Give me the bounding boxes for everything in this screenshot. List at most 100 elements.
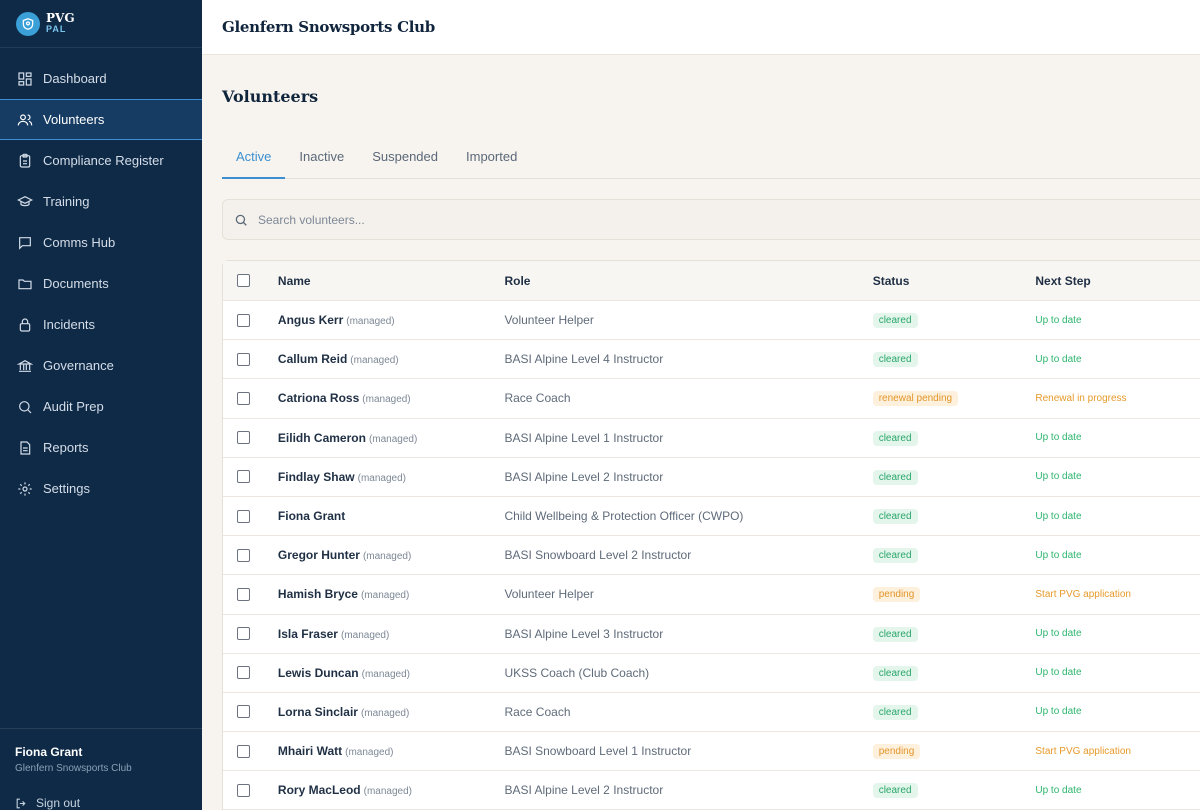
table-row[interactable]: Fiona Grant Child Wellbeing & Protection… [223, 497, 1200, 537]
row-checkbox[interactable] [237, 587, 250, 601]
next-step[interactable]: Renewal in progress [1035, 393, 1126, 404]
select-all-checkbox[interactable] [237, 274, 250, 287]
dashboard-icon [18, 71, 32, 86]
row-checkbox[interactable] [237, 705, 250, 719]
volunteer-name[interactable]: Gregor Hunter [278, 548, 360, 562]
chat-icon [19, 236, 31, 250]
volunteer-role: Child Wellbeing & Protection Officer (CW… [504, 509, 744, 524]
row-checkbox[interactable] [237, 548, 250, 562]
status-tabs: Active Inactive Suspended Imported [222, 137, 1200, 179]
building-icon [17, 359, 33, 372]
table-row[interactable]: Isla Fraser (managed) BASI Alpine Level 3… [223, 615, 1200, 654]
status-badge: cleared [872, 352, 918, 368]
graduation-cap-icon [17, 195, 33, 206]
row-checkbox[interactable] [237, 352, 250, 366]
column-header-status[interactable]: Status [873, 274, 1036, 288]
column-header-next-step[interactable]: Next Step [1035, 274, 1200, 288]
user-org: Glenfern Snowsports Club [15, 763, 132, 774]
sidebar-item-training[interactable]: Training [0, 181, 202, 222]
volunteer-name[interactable]: Catriona Ross [278, 391, 359, 405]
sidebar-item-settings[interactable]: Settings [0, 468, 202, 509]
page-title: Volunteers [222, 87, 319, 106]
next-step[interactable]: Up to date [1035, 354, 1081, 365]
sidebar-item-dashboard[interactable]: Dashboard [0, 58, 202, 99]
next-step[interactable]: Up to date [1035, 667, 1081, 678]
sidebar-item-comms-hub[interactable]: Comms Hub [0, 222, 202, 263]
sidebar-item-label: Compliance Register [43, 153, 164, 168]
sidebar-item-incidents[interactable]: Incidents [0, 304, 202, 345]
managed-tag: (managed) [368, 433, 418, 445]
managed-tag: (managed) [362, 551, 412, 563]
search-input[interactable] [258, 212, 858, 227]
row-checkbox[interactable] [237, 391, 250, 405]
sidebar-item-reports[interactable]: Reports [0, 427, 202, 468]
next-step[interactable]: Up to date [1035, 471, 1081, 482]
volunteer-role: BASI Snowboard Level 2 Instructor [504, 548, 692, 563]
volunteer-name[interactable]: Findlay Shaw [278, 470, 355, 484]
row-checkbox[interactable] [237, 470, 250, 484]
row-checkbox[interactable] [237, 313, 250, 327]
sidebar-item-volunteers[interactable]: Volunteers [0, 99, 202, 140]
column-header-role[interactable]: Role [504, 274, 872, 288]
table-row[interactable]: Hamish Bryce (managed) Volunteer Helper p… [223, 575, 1200, 615]
row-checkbox[interactable] [237, 627, 250, 641]
sidebar-item-audit-prep[interactable]: Audit Prep [0, 386, 202, 427]
sidebar-item-documents[interactable]: Documents [0, 263, 202, 304]
next-step[interactable]: Start PVG application [1035, 746, 1131, 757]
table-row[interactable]: Rory MacLeod (managed) BASI Alpine Level … [223, 771, 1200, 810]
volunteer-name[interactable]: Eilidh Cameron [278, 431, 366, 445]
volunteer-name[interactable]: Mhairi Watt [278, 744, 342, 758]
status-badge: cleared [872, 469, 918, 485]
row-checkbox[interactable] [237, 509, 250, 523]
table-row[interactable]: Catriona Ross (managed) Race Coach renewa… [223, 379, 1200, 419]
sidebar-item-compliance-register[interactable]: Compliance Register [0, 140, 202, 181]
table-row[interactable]: Lewis Duncan (managed) UKSS Coach (Club C… [223, 654, 1200, 693]
table-row[interactable]: Eilidh Cameron (managed) BASI Alpine Leve… [223, 419, 1200, 458]
next-step[interactable]: Up to date [1035, 511, 1081, 522]
managed-tag: (managed) [363, 786, 412, 798]
volunteer-name[interactable]: Rory MacLeod [278, 783, 361, 797]
row-checkbox[interactable] [237, 431, 250, 445]
column-header-name[interactable]: Name [278, 274, 505, 288]
tab-imported[interactable]: Imported [452, 137, 531, 179]
volunteer-name[interactable]: Isla Fraser [278, 627, 338, 641]
volunteer-name[interactable]: Angus Kerr [278, 313, 343, 327]
table-row[interactable]: Callum Reid (managed) BASI Alpine Level 4… [223, 340, 1200, 380]
volunteer-name[interactable]: Hamish Bryce [278, 587, 358, 601]
next-step[interactable]: Up to date [1035, 628, 1081, 639]
sidebar-item-label: Settings [43, 481, 90, 496]
volunteer-name[interactable]: Lorna Sinclair [278, 705, 358, 719]
table-row[interactable]: Lorna Sinclair (managed) Race Coach clear… [223, 693, 1200, 733]
volunteer-name[interactable]: Fiona Grant [278, 509, 345, 523]
next-step[interactable]: Up to date [1035, 706, 1081, 717]
sidebar-item-label: Reports [43, 440, 89, 455]
row-checkbox[interactable] [237, 666, 250, 680]
table-row[interactable]: Mhairi Watt (managed) BASI Snowboard Leve… [223, 732, 1200, 772]
tab-inactive[interactable]: Inactive [285, 137, 358, 179]
sign-out-button[interactable]: Sign out [15, 796, 202, 810]
table-row[interactable]: Gregor Hunter (managed) BASI Snowboard Le… [223, 536, 1200, 576]
next-step[interactable]: Up to date [1035, 315, 1081, 326]
search-icon [235, 214, 247, 226]
sign-out-label: Sign out [36, 796, 81, 810]
tab-suspended[interactable]: Suspended [358, 137, 452, 179]
managed-tag: (managed) [360, 707, 410, 719]
next-step[interactable]: Up to date [1035, 432, 1081, 443]
next-step[interactable]: Up to date [1035, 785, 1081, 796]
volunteer-name[interactable]: Lewis Duncan [278, 666, 359, 680]
brand-name: PVG [46, 10, 75, 25]
tab-active[interactable]: Active [222, 137, 286, 179]
table-header: Name Role Status Next Step [223, 261, 1200, 301]
table-row[interactable]: Findlay Shaw (managed) BASI Alpine Level … [223, 458, 1200, 497]
table-row[interactable]: Angus Kerr (managed) Volunteer Helper cle… [223, 301, 1200, 341]
brand[interactable]: PVG PAL [0, 0, 202, 48]
next-step[interactable]: Up to date [1035, 550, 1081, 561]
row-checkbox[interactable] [237, 783, 250, 797]
sidebar-item-governance[interactable]: Governance [0, 345, 202, 386]
row-checkbox[interactable] [237, 744, 250, 758]
user-name: Fiona Grant [15, 745, 83, 759]
top-bar: Glenfern Snowsports Club [202, 0, 1200, 55]
volunteer-name[interactable]: Callum Reid [278, 352, 347, 366]
volunteer-role: BASI Alpine Level 3 Instructor [504, 626, 664, 641]
next-step[interactable]: Start PVG application [1035, 589, 1131, 600]
